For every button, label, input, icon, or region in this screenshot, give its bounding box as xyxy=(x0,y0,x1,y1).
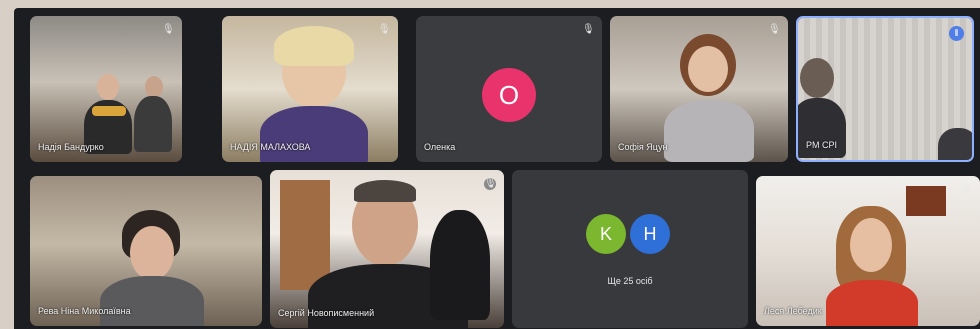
participant-avatar: O xyxy=(482,68,536,122)
participant-tile[interactable]: 🎙︎ Леся Лебедик xyxy=(756,176,980,326)
participant-name: Надія Бандурко xyxy=(38,142,104,152)
participant-tile[interactable]: Рева Ніна Миколаївна xyxy=(30,176,262,326)
participant-avatar: H xyxy=(630,214,670,254)
participant-name: Рева Ніна Миколаївна xyxy=(38,306,131,316)
participant-name: НАДІЯ МАЛАХОВА xyxy=(230,142,311,152)
participant-tile-active[interactable]: ⦀ PM CPI xyxy=(796,16,974,162)
participant-tile[interactable]: 🎙︎ Сергій Новописменний xyxy=(270,170,504,328)
participant-name: Софія Яцун xyxy=(618,142,668,152)
participant-name: Сергій Новописменний xyxy=(278,308,375,318)
meeting-screen: 🎙︎ Надія Бандурко 🎙︎ НАДІЯ МАЛАХОВА O 🎙︎… xyxy=(14,8,980,329)
mic-off-icon: 🎙︎ xyxy=(768,24,781,35)
participant-tile[interactable]: O 🎙︎ Оленка xyxy=(416,16,602,162)
participant-tile[interactable]: 🎙︎ НАДІЯ МАЛАХОВА xyxy=(222,16,398,162)
participant-tile[interactable]: 🎙︎ Софія Яцун xyxy=(610,16,788,162)
mic-off-icon: 🎙︎ xyxy=(162,24,175,35)
mic-off-icon: 🎙︎ xyxy=(960,184,973,195)
participant-name: Леся Лебедик xyxy=(764,306,822,316)
audio-wave-icon: ⦀ xyxy=(949,26,964,41)
mic-off-icon: 🎙︎ xyxy=(582,24,595,35)
more-participants-tile[interactable]: K H Ще 25 осіб xyxy=(512,170,748,328)
mic-off-icon: 🎙︎ xyxy=(378,24,391,35)
participant-tile[interactable]: 🎙︎ Надія Бандурко xyxy=(30,16,182,162)
participant-avatar: K xyxy=(586,214,626,254)
mic-off-icon: 🎙︎ xyxy=(484,178,497,190)
more-participants-label: Ще 25 осіб xyxy=(607,276,653,286)
participant-name: Оленка xyxy=(424,142,456,152)
participant-name: PM CPI xyxy=(806,140,838,150)
